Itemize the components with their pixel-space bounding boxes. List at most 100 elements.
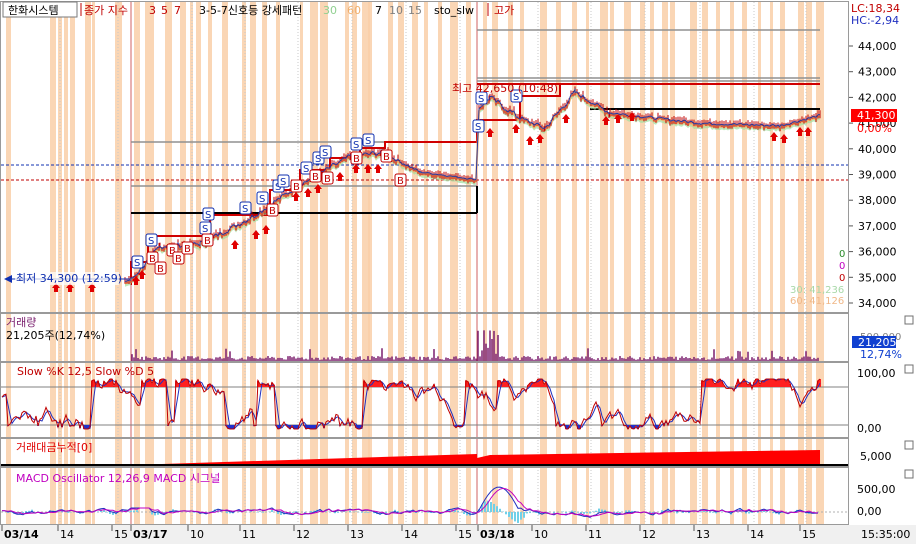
price-axis-label: 36,000 bbox=[858, 246, 897, 259]
highlight-band bbox=[276, 2, 280, 524]
time-axis-label: 15 bbox=[114, 528, 128, 541]
svg-text:B: B bbox=[175, 254, 182, 265]
highlight-band bbox=[300, 2, 303, 524]
legend-item[interactable]: 3 bbox=[149, 4, 156, 17]
highlight-band bbox=[6, 2, 11, 524]
time-axis-label: 10 bbox=[190, 528, 204, 541]
slow-axis-bottom: 0,00 bbox=[857, 422, 882, 435]
buy-signal-marker: B bbox=[266, 203, 279, 217]
highlight-band bbox=[222, 2, 228, 524]
svg-text:S: S bbox=[205, 210, 211, 221]
highlight-band bbox=[320, 2, 328, 524]
time-axis-label: 15 bbox=[802, 528, 816, 541]
legend-item[interactable]: 7 bbox=[375, 4, 382, 17]
price-axis-label: 34,000 bbox=[858, 297, 897, 310]
volume-panel[interactable] bbox=[131, 330, 819, 361]
svg-text:B: B bbox=[383, 152, 390, 163]
side-value-1: 0 bbox=[839, 249, 845, 260]
buy-signal-marker: B bbox=[321, 171, 334, 185]
highlight-band bbox=[196, 2, 201, 524]
price-axis-label: 35,000 bbox=[858, 271, 897, 284]
svg-text:S: S bbox=[148, 236, 154, 247]
highlight-band bbox=[412, 2, 418, 524]
macd-axis-bottom: 0,00 bbox=[857, 505, 882, 518]
stoch-overbought-fill bbox=[377, 381, 379, 387]
highlight-band bbox=[310, 2, 318, 524]
svg-text:S: S bbox=[259, 194, 265, 205]
legend-item[interactable]: 15 bbox=[408, 4, 422, 17]
legend-item[interactable]: 5 bbox=[161, 4, 168, 17]
stock-name[interactable]: 한화시스템 bbox=[8, 4, 59, 17]
buy-signal-marker: B bbox=[181, 241, 194, 255]
svg-text:S: S bbox=[475, 122, 481, 133]
time-axis-label: 14 bbox=[750, 528, 764, 541]
svg-text:최저 34,300 (12:59): 최저 34,300 (12:59) bbox=[16, 272, 122, 285]
sell-signal-marker: S bbox=[256, 191, 269, 205]
macd-axis-top: 500,00 bbox=[857, 483, 896, 496]
sell-signal-marker: S bbox=[472, 119, 485, 133]
stoch-overbought-fill bbox=[709, 379, 711, 387]
highlight-band bbox=[208, 2, 212, 524]
svg-text:S: S bbox=[353, 140, 359, 151]
highlight-band bbox=[466, 2, 471, 524]
highlight-band bbox=[352, 2, 357, 524]
volume-title: 거래량 bbox=[6, 316, 36, 329]
sell-signal-marker: S bbox=[350, 137, 363, 151]
svg-text:B: B bbox=[204, 236, 211, 247]
sell-signal-marker: S bbox=[362, 133, 375, 147]
time-axis-label: 14 bbox=[404, 528, 418, 541]
macd-title: MACD Oscillator 12,26,9 MACD 시그널 bbox=[16, 472, 220, 485]
time-axis-label: 11 bbox=[242, 528, 256, 541]
legend-item[interactable]: sto_slw bbox=[434, 4, 474, 17]
price-axis-label: 37,000 bbox=[858, 220, 897, 233]
time-axis-label: 03/18 bbox=[480, 528, 515, 541]
ma-band bbox=[125, 89, 820, 287]
legend-item[interactable]: 종가 지수 bbox=[84, 4, 128, 17]
time-axis-label: 12 bbox=[642, 528, 656, 541]
svg-text:S: S bbox=[280, 177, 286, 188]
svg-text:B: B bbox=[269, 206, 276, 217]
sell-signal-marker: S bbox=[319, 145, 332, 159]
side-value-2: 0 bbox=[839, 261, 845, 272]
highlight-band bbox=[92, 2, 95, 524]
up-arrow-marker bbox=[562, 114, 570, 123]
legend-item[interactable]: 고가 bbox=[494, 4, 514, 17]
hc-label: HC:-2,94 bbox=[851, 14, 899, 27]
stoch-overbought-fill bbox=[779, 379, 781, 387]
time-axis-label: 13 bbox=[696, 528, 710, 541]
legend-item[interactable]: 30 bbox=[323, 4, 337, 17]
price-axis-label: 44,000 bbox=[858, 40, 897, 53]
highlight-band bbox=[398, 2, 404, 524]
svg-text:S: S bbox=[242, 204, 248, 215]
svg-text:B: B bbox=[312, 172, 319, 183]
sell-signal-marker: S bbox=[145, 233, 158, 247]
buy-signal-marker: B bbox=[201, 233, 214, 247]
svg-text:B: B bbox=[157, 264, 164, 275]
svg-text:S: S bbox=[303, 164, 309, 175]
chart-canvas[interactable]: SSSSSSSSSSSS SSS SBBBBBBBBB BB BB 한화시스템 종가 지… bbox=[0, 0, 916, 544]
price-axis: 44,00043,00042,00041,00040,00039,00038,0… bbox=[849, 40, 897, 310]
volume-subtitle: 21,205주(12,74%) bbox=[6, 329, 105, 342]
price-axis-label: 39,000 bbox=[858, 169, 897, 182]
volume-badge-pct: 12,74% bbox=[860, 348, 902, 361]
panel-close-buttons[interactable] bbox=[904, 315, 914, 479]
highlight-band bbox=[450, 2, 458, 524]
svg-text:S: S bbox=[322, 148, 328, 159]
slow-axis-top: 100,00 bbox=[857, 367, 896, 380]
sell-signal-marker: S bbox=[277, 174, 290, 188]
legend-item[interactable]: 60 bbox=[347, 4, 361, 17]
legend-item[interactable]: 7 bbox=[174, 4, 181, 17]
legend-item[interactable]: 3-5-7신호등 강세패턴 bbox=[199, 4, 302, 17]
time-axis-label: 10 bbox=[534, 528, 548, 541]
current-price: 41,300 bbox=[857, 109, 896, 122]
stoch-overbought-fill bbox=[533, 382, 535, 387]
buy-signal-marker: B bbox=[394, 173, 407, 187]
legend-item[interactable]: 10 bbox=[389, 4, 403, 17]
time-axis-label: 03/14 bbox=[4, 528, 39, 541]
price-axis-label: 40,000 bbox=[858, 143, 897, 156]
current-time: 15:35:00 bbox=[861, 528, 910, 541]
time-axis-label: 13 bbox=[350, 528, 364, 541]
legend-bar: 한화시스템 종가 지수 3 5 7 3-5-7신호등 강세패턴 30 60 7 10 15 sto_… bbox=[2, 1, 514, 18]
price-axis-label: 43,000 bbox=[858, 66, 897, 79]
svg-text:B: B bbox=[293, 182, 300, 193]
